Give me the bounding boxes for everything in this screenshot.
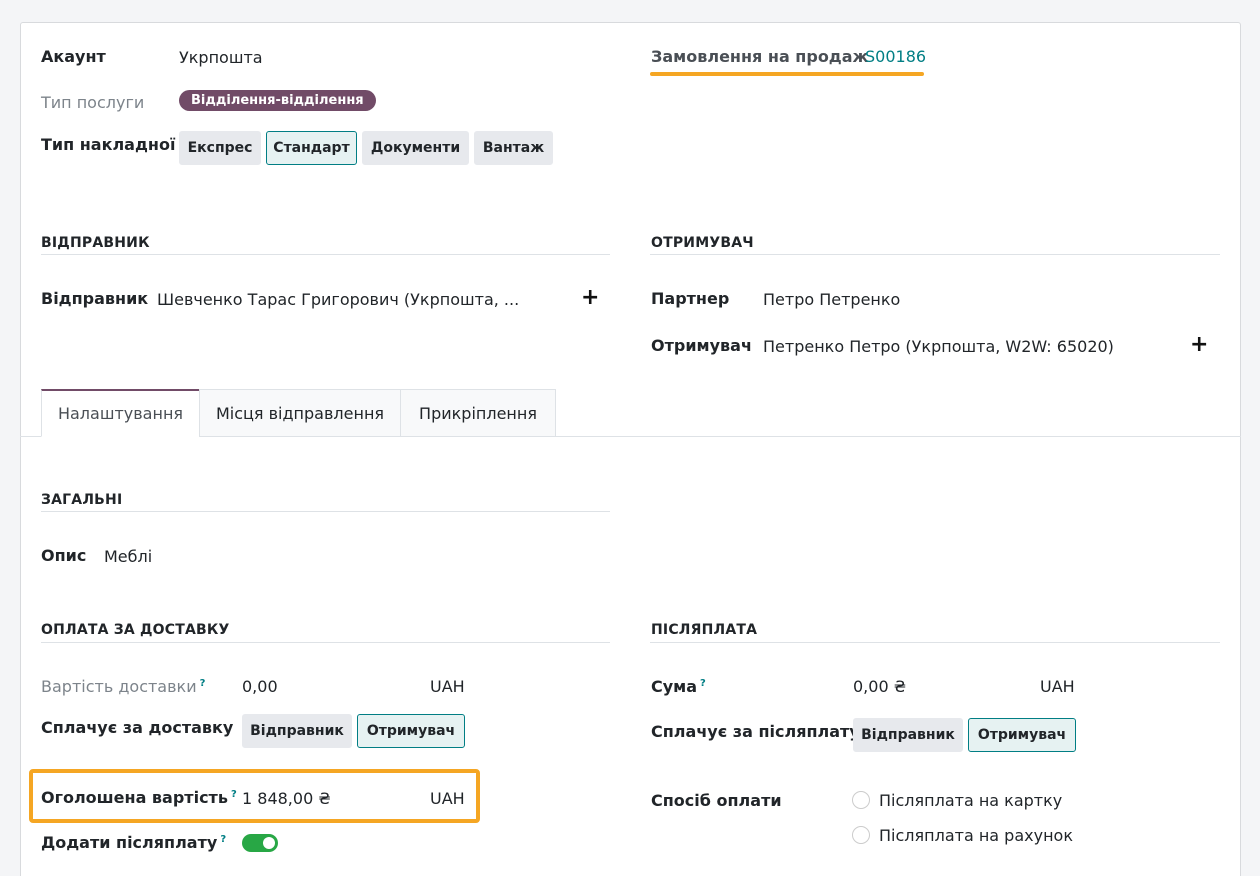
help-icon[interactable]: ? <box>200 678 206 689</box>
cod-sum-currency: UAH <box>1040 677 1075 696</box>
delivery-cost-value[interactable]: 0,00 <box>242 677 278 696</box>
partner-label: Партнер <box>651 289 730 308</box>
cod-section-title: ПІСЛЯПЛАТА <box>651 622 758 638</box>
cod-payer-label: Сплачує за післяплату <box>651 722 860 741</box>
account-label: Акаунт <box>41 47 106 66</box>
add-sender-button[interactable]: + <box>581 285 599 310</box>
general-section-title: ЗАГАЛЬНІ <box>41 492 123 508</box>
waybill-type-standard-button[interactable]: Стандарт <box>266 131 357 165</box>
service-type-badge[interactable]: Відділення-відділення <box>179 90 376 111</box>
sender-section-title: ВІДПРАВНИК <box>41 235 150 251</box>
sender-label: Відправник <box>41 289 149 308</box>
delivery-payer-sender-button[interactable]: Відправник <box>242 714 352 748</box>
tab-attachments[interactable]: Прикріплення <box>400 389 556 437</box>
service-type-label: Тип послуги <box>41 93 145 112</box>
cod-sum-value[interactable]: 0,00 ₴ <box>853 677 906 696</box>
recipient-label: Отримувач <box>651 336 752 355</box>
recipient-section-divider <box>650 254 1220 255</box>
cod-payer-sender-button[interactable]: Відправник <box>853 718 963 752</box>
partner-value[interactable]: Петро Петренко <box>763 290 900 309</box>
sale-order-label: Замовлення на продаж <box>651 47 869 66</box>
tab-settings[interactable]: Налаштування <box>41 389 200 437</box>
payment-method-account-label[interactable]: Післяплата на рахунок <box>879 826 1073 845</box>
declared-value-label: Оголошена вартість? <box>41 788 237 807</box>
description-value[interactable]: Меблі <box>104 547 152 566</box>
help-icon[interactable]: ? <box>700 678 706 689</box>
waybill-type-label: Тип накладної <box>41 135 176 154</box>
sale-order-link[interactable]: S00186 <box>865 47 926 66</box>
delivery-cost-label: Вартість доставки? <box>41 677 206 696</box>
add-cod-toggle[interactable] <box>242 834 278 852</box>
waybill-type-cargo-button[interactable]: Вантаж <box>474 131 553 165</box>
recipient-value[interactable]: Петренко Петро (Укрпошта, W2W: 65020) <box>763 337 1114 356</box>
delivery-cost-currency: UAH <box>430 677 465 696</box>
help-icon[interactable]: ? <box>220 834 226 845</box>
cod-section-divider <box>650 642 1220 643</box>
description-label: Опис <box>41 546 87 565</box>
declared-value-amount[interactable]: 1 848,00 ₴ <box>242 789 331 808</box>
add-cod-label: Додати післяплату? <box>41 833 227 852</box>
delivery-payer-recipient-button[interactable]: Отримувач <box>357 714 465 748</box>
recipient-section-title: ОТРИМУВАЧ <box>651 235 754 251</box>
account-value[interactable]: Укрпошта <box>179 48 263 67</box>
payment-method-card-radio[interactable] <box>852 791 870 809</box>
sale-order-highlight <box>650 72 924 76</box>
delivery-payment-title: ОПЛАТА ЗА ДОСТАВКУ <box>41 622 230 638</box>
cod-payer-recipient-button[interactable]: Отримувач <box>968 718 1076 752</box>
waybill-type-documents-button[interactable]: Документи <box>362 131 469 165</box>
cod-sum-label: Сума? <box>651 677 706 696</box>
declared-value-currency: UAH <box>430 789 465 808</box>
delivery-payment-divider <box>41 642 610 643</box>
payment-method-label: Спосіб оплати <box>651 791 782 810</box>
payment-method-card-label[interactable]: Післяплата на картку <box>879 791 1062 810</box>
sender-section-divider <box>41 254 610 255</box>
delivery-payer-label: Сплачує за доставку <box>41 718 234 737</box>
waybill-type-express-button[interactable]: Експрес <box>179 131 261 165</box>
general-section-divider <box>41 511 610 512</box>
tab-shipping-places[interactable]: Місця відправлення <box>199 389 401 437</box>
help-icon[interactable]: ? <box>231 789 237 800</box>
payment-method-account-radio[interactable] <box>852 826 870 844</box>
add-recipient-button[interactable]: + <box>1190 332 1208 357</box>
sender-value[interactable]: Шевченко Тарас Григорович (Укрпошта, ... <box>157 290 519 309</box>
